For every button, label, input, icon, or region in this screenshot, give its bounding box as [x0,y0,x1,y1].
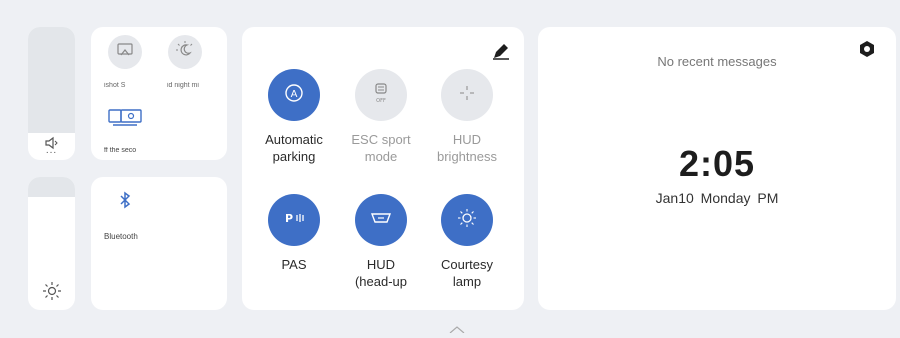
bluetooth-label: Bluetooth [104,232,138,241]
clock-date-day: Jan10 [655,190,694,206]
pencil-icon[interactable] [491,41,511,61]
svg-text:OFF: OFF [376,98,386,104]
vehicle-controls-card: A Automatic parking OFF ESC sport mode H… [242,27,524,310]
esc-off-icon: OFF [370,81,392,110]
hud-control[interactable]: HUD (head-up [336,194,426,290]
night-mode-icon [175,40,195,65]
hud-brightness-label: HUD brightness [437,132,497,164]
hud-brightness-icon [457,83,477,108]
esc-sport-mode-control[interactable]: OFF ESC sport mode [336,69,426,165]
courtesy-lamp-control[interactable]: Courtesy lamp [422,194,512,290]
second-screen-tile[interactable] [107,107,147,129]
night-mode-tile[interactable] [168,35,202,69]
hud-icon [370,210,392,231]
automatic-parking-label: Automatic parking [265,132,323,164]
esc-sport-mode-label: ESC sport mode [351,132,411,164]
home-indicator-icon[interactable] [447,320,467,334]
hud-brightness-button[interactable] [441,69,493,121]
svg-text:P: P [285,212,293,225]
courtesy-lamp-label: Courtesy lamp [440,257,494,289]
quick-tiles-card: ishot S id night mi ff the seco [91,27,227,160]
screenshot-icon [116,42,134,63]
brightness-slider[interactable] [28,177,75,310]
clock-time: 2:05 [678,143,756,184]
volume-dots: ... [45,145,58,156]
clock-date: Jan10 Monday PM [538,190,896,206]
parking-assist-icon: A [283,82,305,109]
clock-weekday: Monday [700,190,751,206]
courtesy-lamp-icon [456,207,478,234]
bluetooth-icon [118,191,132,214]
screenshot-label: ishot S [104,82,126,89]
pas-control[interactable]: P PAS [249,194,339,273]
pas-label: PAS [281,257,307,272]
pas-button[interactable]: P [268,194,320,246]
volume-slider-fill [28,27,75,134]
screenshot-tile[interactable] [108,35,142,69]
pas-icon: P [282,210,306,231]
bluetooth-button[interactable] [108,185,142,219]
volume-slider[interactable]: ... [28,27,75,160]
automatic-parking-control[interactable]: A Automatic parking [249,69,339,165]
hud-label: HUD (head-up [354,257,408,289]
second-screen-label: ff the seco [104,147,137,154]
automatic-parking-button[interactable]: A [268,69,320,121]
hud-brightness-control[interactable]: HUD brightness [422,69,512,165]
hud-button[interactable] [355,194,407,246]
clock-ampm: PM [757,190,779,206]
svg-text:A: A [291,89,298,100]
second-screen-icon [107,109,147,131]
courtesy-lamp-button[interactable] [441,194,493,246]
no-messages-text: No recent messages [657,54,777,69]
esc-sport-mode-button[interactable]: OFF [355,69,407,121]
brightness-slider-fill [28,177,75,197]
night-mode-label: id night mi [167,82,199,89]
sun-icon [28,281,75,301]
hexagon-settings-icon[interactable] [858,40,876,58]
bluetooth-card[interactable]: Bluetooth [91,177,227,310]
